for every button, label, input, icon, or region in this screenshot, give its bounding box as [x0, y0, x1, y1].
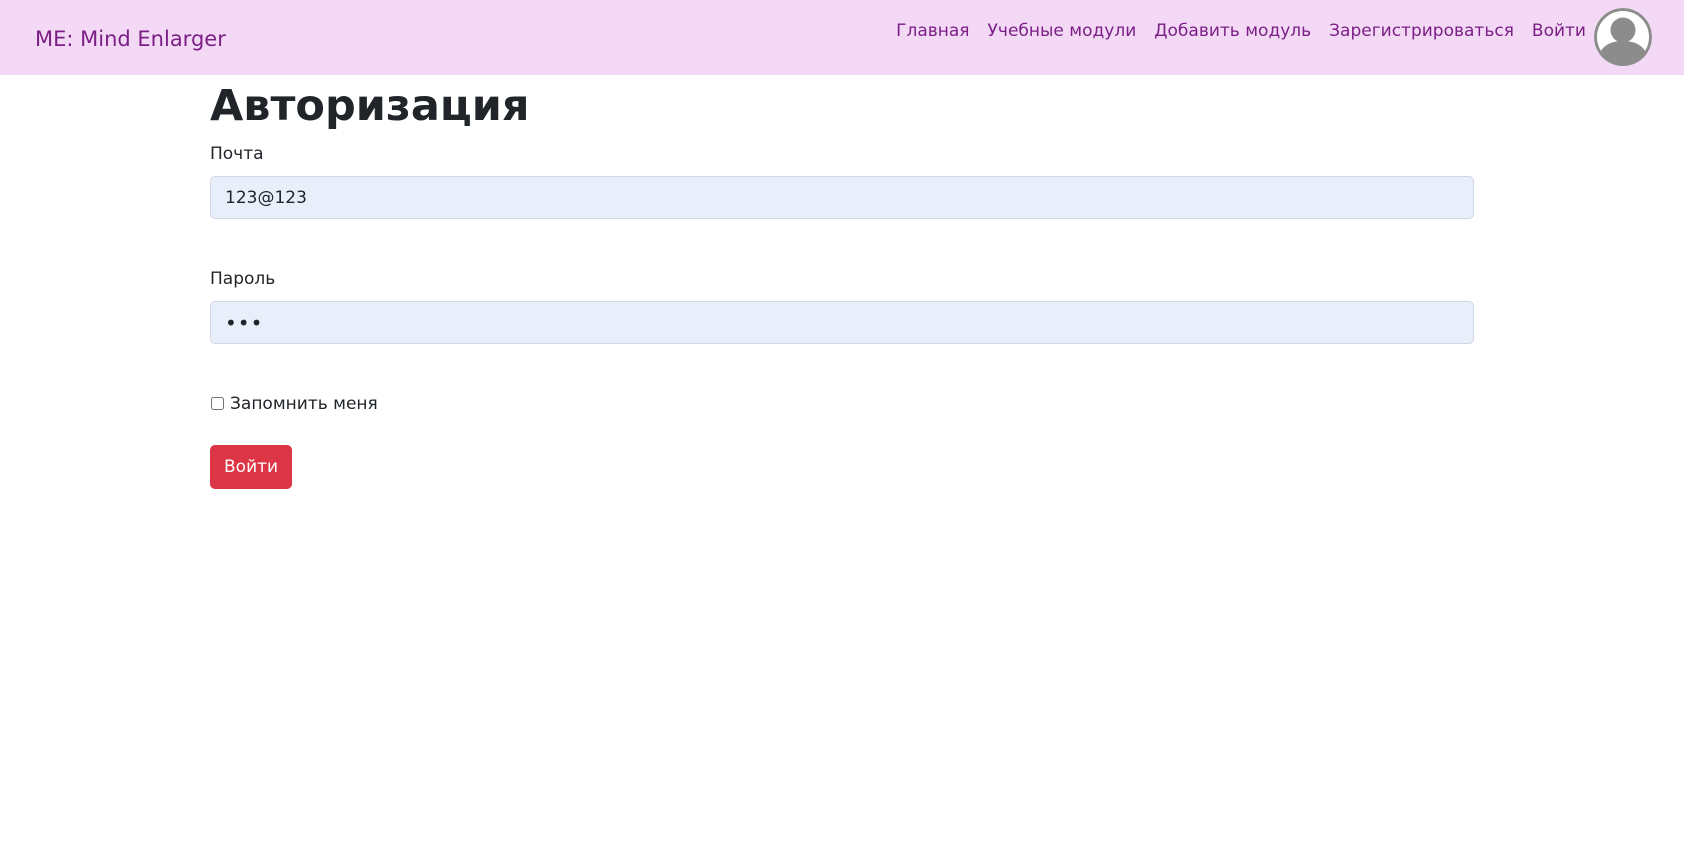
email-label: Почта [210, 144, 264, 164]
password-label: Пароль [210, 269, 276, 289]
navbar: ME: Mind Enlarger Главная Учебные модули… [0, 0, 1684, 75]
nav-link-modules[interactable]: Учебные модули [988, 16, 1137, 46]
nav-link-add-module[interactable]: Добавить модуль [1154, 16, 1311, 46]
page-title: Авторизация [210, 81, 530, 131]
nav-link-home[interactable]: Главная [896, 16, 969, 46]
nav-link-login[interactable]: Войти [1532, 16, 1586, 46]
login-button[interactable]: Войти [210, 445, 293, 489]
user-avatar-icon[interactable] [1594, 7, 1652, 66]
nav-link-register[interactable]: Зарегистрироваться [1329, 16, 1514, 46]
brand-link[interactable]: ME: Mind Enlarger [35, 24, 226, 54]
remember-label[interactable]: Запомнить меня [230, 393, 378, 415]
remember-checkbox[interactable] [211, 396, 224, 410]
remember-row: Запомнить меня [210, 393, 378, 415]
nav-links: Главная Учебные модули Добавить модуль З… [878, 0, 1684, 75]
password-field[interactable] [210, 301, 1474, 344]
email-field[interactable] [210, 176, 1474, 219]
